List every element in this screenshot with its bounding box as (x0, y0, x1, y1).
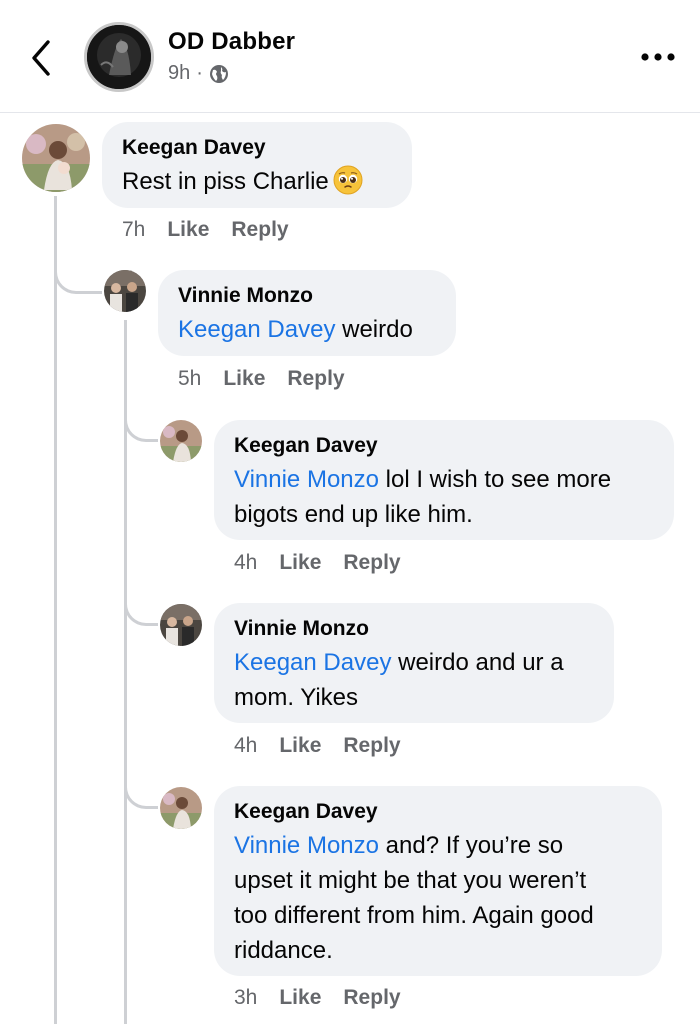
avatar[interactable] (160, 604, 202, 646)
mention-link[interactable]: Vinnie Monzo (234, 832, 379, 859)
reply-body-line: upset it might be that you weren’t (234, 867, 587, 894)
reply-author[interactable]: Keegan Davey (234, 798, 642, 826)
reply-body-line: too different from him. Again good (234, 902, 594, 929)
reply-button[interactable]: Reply (343, 986, 400, 1010)
reply-text: Keegan Davey weirdo and ur a mom. Yikes (234, 645, 594, 715)
avatar[interactable] (160, 420, 202, 462)
thread-connector (124, 773, 158, 809)
reply-time[interactable]: 4h (234, 734, 257, 758)
avatar[interactable] (104, 270, 146, 312)
chevron-left-icon[interactable] (22, 36, 62, 80)
comment-time[interactable]: 7h (122, 218, 145, 242)
thread-line-main (54, 196, 57, 1024)
thread-connector (124, 406, 158, 442)
like-button[interactable]: Like (279, 734, 321, 758)
globe-icon (209, 64, 228, 83)
post-header: OD Dabber 9h · (0, 0, 700, 113)
reply-actions: 4h Like Reply (234, 551, 401, 575)
reply-button[interactable]: Reply (231, 218, 288, 242)
comment-body: Rest in piss Charlie (122, 168, 329, 195)
comment-author[interactable]: Keegan Davey (122, 134, 392, 162)
reply-bubble: Keegan Davey Vinnie Monzo lol I wish to … (214, 420, 674, 540)
thread-connector (124, 590, 158, 626)
reply-actions: 4h Like Reply (234, 734, 401, 758)
pleading-face-emoji (333, 165, 363, 195)
like-button[interactable]: Like (167, 218, 209, 242)
thread-connector (54, 258, 102, 294)
reply-author[interactable]: Keegan Davey (234, 432, 654, 460)
reply-button[interactable]: Reply (287, 367, 344, 391)
reply-bubble: Vinnie Monzo Keegan Davey weirdo (158, 270, 456, 356)
like-button[interactable]: Like (279, 986, 321, 1010)
like-button[interactable]: Like (279, 551, 321, 575)
reply-body-line: mom. Yikes (234, 684, 359, 711)
reply-author[interactable]: Vinnie Monzo (178, 282, 436, 310)
reply-body-line: riddance. (234, 937, 333, 964)
mention-link[interactable]: Keegan Davey (178, 316, 335, 343)
reply-time[interactable]: 4h (234, 551, 257, 575)
reply-body-line: and? If you’re so (378, 832, 564, 859)
reply-button[interactable]: Reply (343, 551, 400, 575)
reply-time[interactable]: 3h (234, 986, 257, 1010)
reply-body-line: weirdo and ur a (391, 649, 564, 676)
reply-body-line: bigots end up like him. (234, 501, 473, 528)
reply-actions: 3h Like Reply (234, 986, 401, 1010)
reply-actions: 5h Like Reply (178, 367, 345, 391)
page-avatar[interactable] (84, 22, 154, 92)
comment-bubble: Keegan Davey Rest in piss Charlie (102, 122, 412, 208)
meta-separator: · (196, 62, 203, 84)
post-time[interactable]: 9h (168, 62, 190, 85)
avatar[interactable] (160, 787, 202, 829)
more-horizontal-icon[interactable] (636, 44, 680, 70)
comment-text: Rest in piss Charlie (122, 164, 392, 199)
comment-actions: 7h Like Reply (122, 218, 289, 242)
reply-body-line: lol I wish to see more (378, 466, 612, 493)
reply-bubble: Vinnie Monzo Keegan Davey weirdo and ur … (214, 603, 614, 723)
reply-bubble: Keegan Davey Vinnie Monzo and? If you’re… (214, 786, 662, 976)
post-meta: 9h · (168, 62, 229, 85)
reply-text: Vinnie Monzo lol I wish to see more bigot… (234, 462, 654, 532)
mention-link[interactable]: Vinnie Monzo (234, 466, 379, 493)
page-name[interactable]: OD Dabber (168, 28, 295, 56)
reply-body: weirdo (335, 316, 413, 343)
reply-author[interactable]: Vinnie Monzo (234, 615, 594, 643)
like-button[interactable]: Like (223, 367, 265, 391)
reply-text: Keegan Davey weirdo (178, 312, 436, 347)
reply-text: Vinnie Monzo and? If you’re so upset it m… (234, 828, 642, 968)
avatar[interactable] (22, 124, 90, 192)
mention-link[interactable]: Keegan Davey (234, 649, 391, 676)
reply-button[interactable]: Reply (343, 734, 400, 758)
reply-time[interactable]: 5h (178, 367, 201, 391)
